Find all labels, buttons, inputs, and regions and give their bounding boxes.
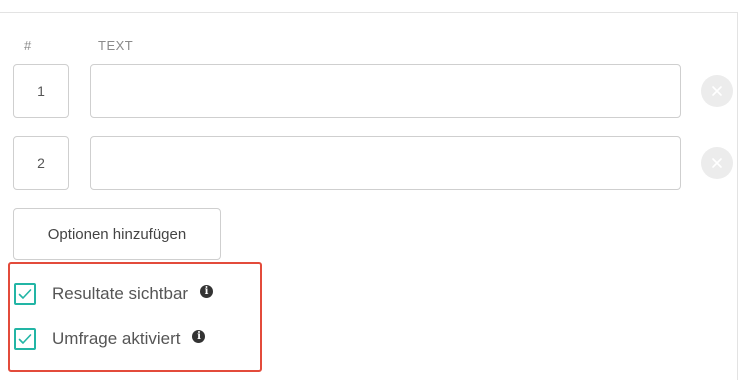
settings-highlight-box <box>8 262 262 372</box>
column-header-number: # <box>24 38 32 53</box>
option-text-input-1[interactable] <box>90 64 681 118</box>
results-visible-checkbox[interactable] <box>14 283 36 305</box>
info-icon[interactable]: i <box>192 329 206 343</box>
results-visible-toggle[interactable]: Resultate sichtbar i <box>14 283 214 305</box>
survey-activated-checkbox[interactable] <box>14 328 36 350</box>
close-icon <box>712 86 722 96</box>
remove-option-button-1[interactable] <box>701 75 733 107</box>
survey-activated-toggle[interactable]: Umfrage aktiviert i <box>14 328 206 350</box>
option-number-1: 1 <box>13 64 69 118</box>
results-visible-label: Resultate sichtbar <box>52 284 189 303</box>
checkmark-icon <box>18 334 32 344</box>
option-text-input-2[interactable] <box>90 136 681 190</box>
remove-option-button-2[interactable] <box>701 147 733 179</box>
column-header-text: TEXT <box>98 38 134 53</box>
close-icon <box>712 158 722 168</box>
checkmark-icon <box>18 289 32 299</box>
add-options-button[interactable]: Optionen hinzufügen <box>13 208 221 260</box>
option-number-2: 2 <box>13 136 69 190</box>
survey-activated-label: Umfrage aktiviert <box>52 329 181 348</box>
info-icon[interactable]: i <box>200 284 214 298</box>
